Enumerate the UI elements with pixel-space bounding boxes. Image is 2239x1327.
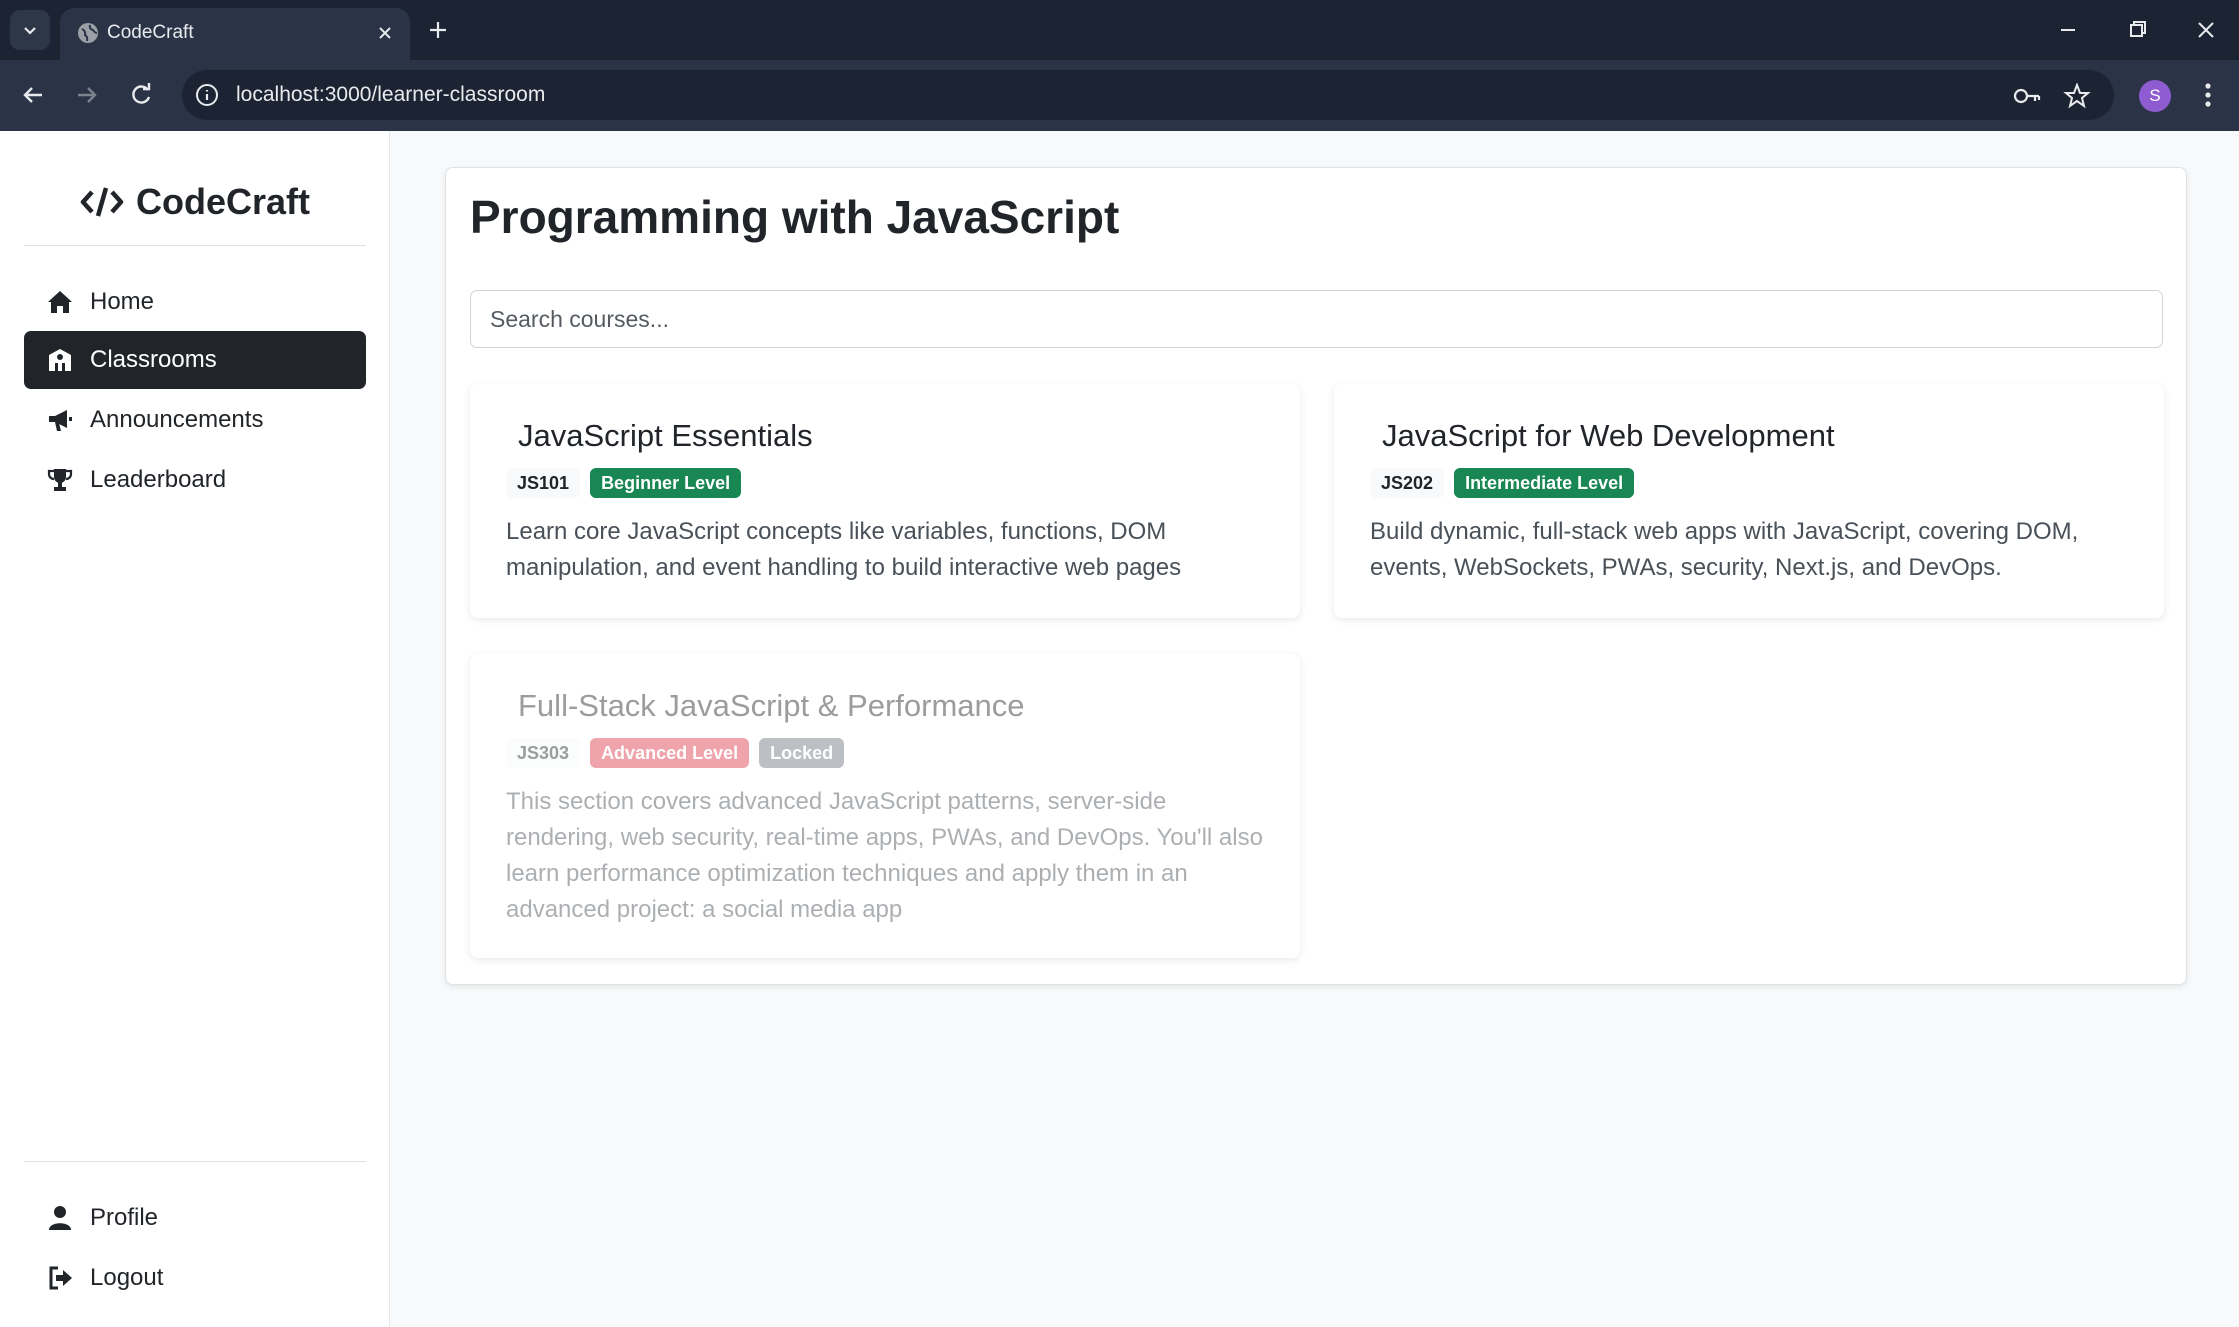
back-icon[interactable] [16,78,50,112]
sidebar-item-label: Home [90,288,155,315]
sidebar-item-label: Announcements [90,406,264,433]
globe-icon [78,23,98,43]
level-badge: Intermediate Level [1454,468,1635,498]
course-card-js101[interactable]: JavaScript Essentials JS101 Beginner Lev… [470,384,1300,618]
sidebar-item-label: Classrooms [90,346,217,373]
course-code-badge: JS303 [506,738,581,768]
course-card-js202[interactable]: JavaScript for Web Development JS202 Int… [1334,384,2164,618]
bookmark-star-icon[interactable] [2062,83,2092,109]
tab-search-button[interactable] [10,10,50,50]
sidebar-divider-bottom [24,1161,366,1162]
sidebar-item-label: Logout [90,1264,164,1291]
search-input[interactable] [470,290,2163,348]
locked-badge: Locked [759,738,845,768]
forward-icon[interactable] [70,78,104,112]
close-window-icon[interactable] [2189,14,2223,46]
password-key-icon[interactable] [2012,83,2042,109]
course-card-js303: Full-Stack JavaScript & Performance JS30… [470,654,1300,958]
main-content: Programming with JavaScript JavaScript E… [391,131,2239,1327]
sidebar-item-logout[interactable]: Logout [24,1249,366,1307]
brand-name: CodeCraft [135,181,310,222]
address-bar[interactable]: localhost:3000/learner-classroom [182,70,2114,120]
sidebar-divider-top [24,245,366,246]
course-title: JavaScript for Web Development [1382,418,1835,453]
chevron-down-icon [24,27,36,35]
course-title: JavaScript Essentials [518,418,813,453]
trophy-icon [47,469,73,491]
close-tab-icon[interactable] [372,20,398,46]
url-text: localhost:3000/learner-classroom [236,83,546,106]
reload-icon[interactable] [124,78,158,112]
profile-avatar[interactable]: S [2139,80,2171,112]
brand-logo[interactable]: CodeCraft [0,177,390,227]
course-description: Learn core JavaScript concepts like vari… [506,518,1182,581]
classroom-icon [49,349,71,371]
sidebar: CodeCraft Home Classrooms Announcements … [0,131,390,1327]
page-title: Programming with JavaScript [470,191,1120,243]
level-badge: Advanced Level [590,738,750,768]
tab-title: CodeCraft [107,22,194,43]
browser-tab-bar: CodeCraft [0,0,2239,60]
course-badges: JS202 Intermediate Level [1370,468,1635,498]
home-icon [48,291,72,313]
level-badge: Beginner Level [590,468,742,498]
browser-tab[interactable]: CodeCraft [60,8,410,60]
sidebar-item-profile[interactable]: Profile [24,1189,366,1247]
browser-menu-icon[interactable] [2196,78,2220,112]
sidebar-item-label: Profile [90,1204,159,1231]
course-description: This section covers advanced JavaScript … [506,788,1263,923]
sidebar-item-home[interactable]: Home [24,273,366,331]
course-description: Build dynamic, full-stack web apps with … [1370,518,2079,581]
course-badges: JS303 Advanced Level Locked [506,738,845,768]
sidebar-item-leaderboard[interactable]: Leaderboard [24,451,366,509]
user-icon [49,1206,71,1230]
classroom-panel: Programming with JavaScript JavaScript E… [445,167,2187,985]
course-code-badge: JS101 [506,468,581,498]
browser-toolbar: localhost:3000/learner-classroom S [0,60,2239,131]
sidebar-item-label: Leaderboard [90,466,227,493]
course-title: Full-Stack JavaScript & Performance [518,688,1025,723]
course-badges: JS101 Beginner Level [506,468,742,498]
sidebar-item-announcements[interactable]: Announcements [24,391,366,449]
minimize-icon[interactable] [2051,14,2085,46]
logout-icon [49,1266,72,1290]
restore-icon[interactable] [2120,14,2154,46]
sidebar-item-classrooms[interactable]: Classrooms [24,331,366,389]
megaphone-icon [49,410,72,431]
code-icon [80,187,124,217]
site-info-icon[interactable] [194,82,220,108]
course-code-badge: JS202 [1370,468,1445,498]
new-tab-icon[interactable] [424,16,452,44]
